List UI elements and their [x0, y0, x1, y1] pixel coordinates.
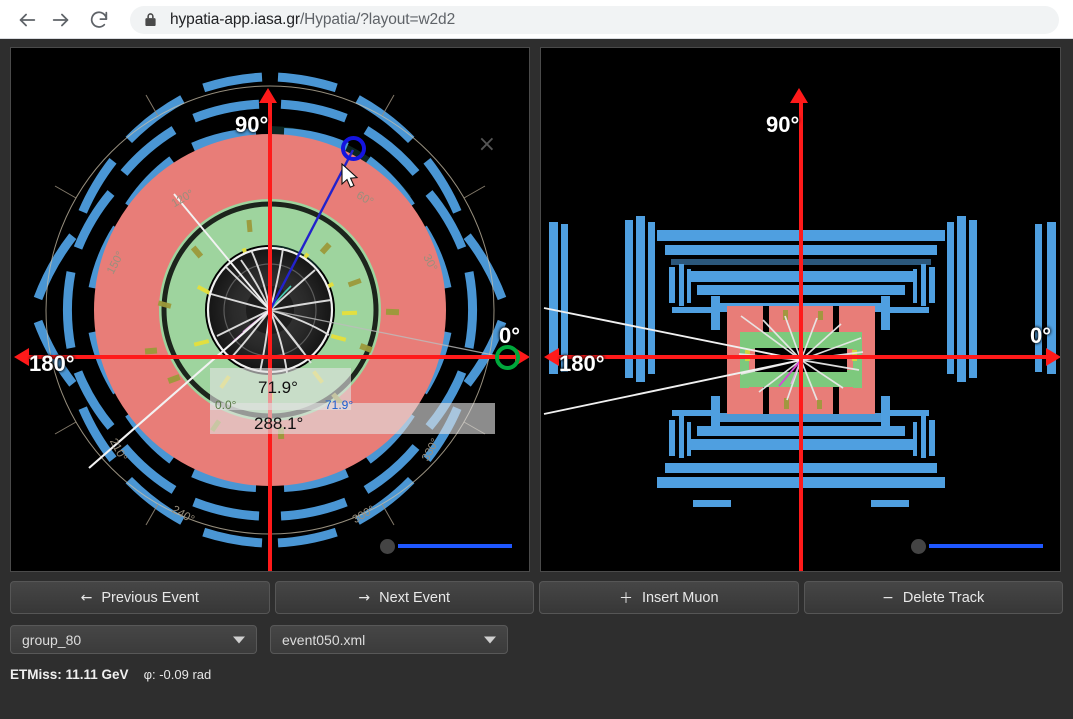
axis-arrow-left-icon-right [544, 348, 559, 366]
tooltip-right-value: 71.9° [325, 398, 354, 412]
dataset-selectors: group_80 event050.xml [10, 625, 1063, 654]
group-select-value: group_80 [22, 631, 82, 648]
tooltip-phi-value: 288.1° [254, 414, 304, 433]
next-event-button[interactable]: → Next Event [274, 581, 534, 614]
reload-button[interactable] [82, 3, 116, 37]
event-file-select-value: event050.xml [282, 631, 366, 648]
previous-event-button[interactable]: ← Previous Event [10, 581, 270, 614]
arrow-left-icon: ← [80, 589, 93, 606]
axis-arrow-up-icon [259, 88, 277, 103]
vertical-axis-right-panel [799, 100, 803, 571]
track-endpoint-marker[interactable] [495, 345, 520, 370]
event-controls-toolbar: ← Previous Event → Next Event ＋ Insert M… [10, 581, 1063, 614]
horizontal-axis-left-panel [25, 355, 517, 359]
axis-label-left-right: 180° [559, 351, 605, 376]
url-path: /Hypatia/?layout=w2d2 [299, 10, 456, 28]
axis-label-top: 90° [235, 112, 269, 137]
tooltip-left-value: 0.0° [215, 398, 237, 412]
zoom-slider-left[interactable] [380, 539, 512, 554]
url-host: hypatia-app.iasa.gr [170, 10, 300, 28]
hypatia-app: 90° 0° 270° 180° 120° 150° 60° 30° 210° … [0, 39, 1073, 719]
mouse-cursor-icon [341, 162, 359, 194]
zoom-slider-knob-right[interactable] [911, 539, 926, 554]
zoom-slider-right[interactable] [911, 539, 1043, 554]
delete-track-label: Delete Track [902, 589, 985, 606]
vertical-axis-left-panel [268, 100, 272, 571]
url-text: hypatia-app.iasa.gr/Hypatia/?layout=w2d2 [170, 11, 455, 29]
reload-icon [88, 9, 110, 31]
insert-muon-label: Insert Muon [641, 589, 719, 606]
phi-value: φ: -0.09 rad [143, 667, 212, 682]
arrow-right-icon: → [358, 589, 371, 606]
event-file-select[interactable]: event050.xml [270, 625, 508, 654]
back-button[interactable] [10, 3, 44, 37]
chevron-down-icon [233, 636, 245, 643]
previous-event-label: Previous Event [101, 589, 199, 606]
close-icon[interactable]: × [478, 134, 496, 156]
forward-arrow-icon [50, 9, 72, 31]
axis-arrow-left-icon [14, 348, 29, 366]
address-bar[interactable]: hypatia-app.iasa.gr/Hypatia/?layout=w2d2 [130, 5, 1059, 34]
etmiss-value: ETMiss: 11.11 GeV [10, 667, 129, 682]
minus-icon: − [882, 589, 894, 606]
axis-label-top-right: 90° [766, 112, 800, 137]
zoom-slider-knob[interactable] [380, 539, 395, 554]
axis-label-right-right: 0° [1030, 323, 1052, 348]
back-arrow-icon [16, 9, 38, 31]
next-event-label: Next Event [379, 589, 451, 606]
selected-muon-marker[interactable] [341, 136, 366, 161]
horizontal-axis-right-panel [555, 355, 1048, 359]
plus-icon: ＋ [618, 590, 633, 607]
axis-arrow-up-icon-right [790, 88, 808, 103]
insert-muon-button[interactable]: ＋ Insert Muon [539, 581, 799, 614]
front-view-canvas[interactable]: 90° 0° 270° 180° 120° 150° 60° 30° 210° … [10, 47, 530, 572]
chevron-down-icon-event [484, 636, 496, 643]
zoom-slider-track-right [929, 544, 1043, 548]
axis-label-left: 180° [29, 351, 75, 376]
zoom-slider-track [398, 544, 512, 548]
axis-arrow-right-icon-right [1046, 348, 1060, 366]
side-view-canvas[interactable]: 90° 0° 90° 180° [540, 47, 1061, 572]
event-status-bar: ETMiss: 11.11 GeV φ: -0.09 rad [10, 667, 1063, 682]
forward-button[interactable] [44, 3, 78, 37]
canvas-row: 90° 0° 270° 180° 120° 150° 60° 30° 210° … [10, 47, 1063, 572]
lock-icon [144, 12, 158, 27]
delete-track-button[interactable]: − Delete Track [803, 581, 1063, 614]
group-select[interactable]: group_80 [10, 625, 257, 654]
tooltip-theta-value: 71.9° [258, 378, 298, 397]
browser-toolbar: hypatia-app.iasa.gr/Hypatia/?layout=w2d2 [0, 0, 1073, 39]
